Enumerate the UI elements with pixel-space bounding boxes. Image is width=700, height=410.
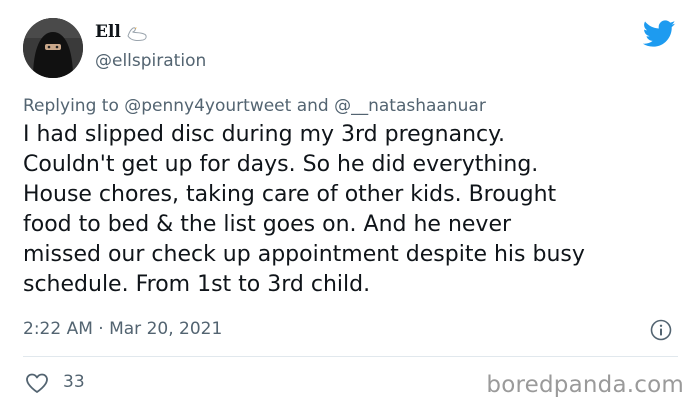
reply-prefix: Replying to [23, 96, 119, 116]
twitter-bird-icon[interactable] [643, 20, 676, 48]
info-icon[interactable] [650, 319, 672, 341]
tweet-card: Ell @ellspiration Replying to @penny4you… [0, 0, 700, 410]
tweet-timestamp[interactable]: 2:22 AM · Mar 20, 2021 [23, 319, 222, 339]
mention-link-natashaanuar[interactable]: @__natashaanuar [334, 96, 486, 116]
avatar-photo-icon [23, 18, 83, 78]
heart-icon[interactable] [25, 372, 49, 394]
swan-icon [127, 27, 147, 41]
reply-connector: and [296, 96, 329, 116]
avatar[interactable] [23, 18, 83, 78]
site-watermark: boredpanda.com [486, 372, 684, 398]
mention-link-penny4yourtweet[interactable]: @penny4yourtweet [124, 96, 291, 116]
divider [23, 356, 678, 357]
user-handle[interactable]: @ellspiration [95, 51, 206, 71]
display-name[interactable]: Ell [95, 22, 121, 42]
like-count: 33 [63, 372, 85, 392]
reply-context: Replying to @penny4yourtweet and @__nata… [23, 96, 486, 116]
tweet-body: I had slipped disc during my 3rd pregnan… [23, 122, 585, 297]
